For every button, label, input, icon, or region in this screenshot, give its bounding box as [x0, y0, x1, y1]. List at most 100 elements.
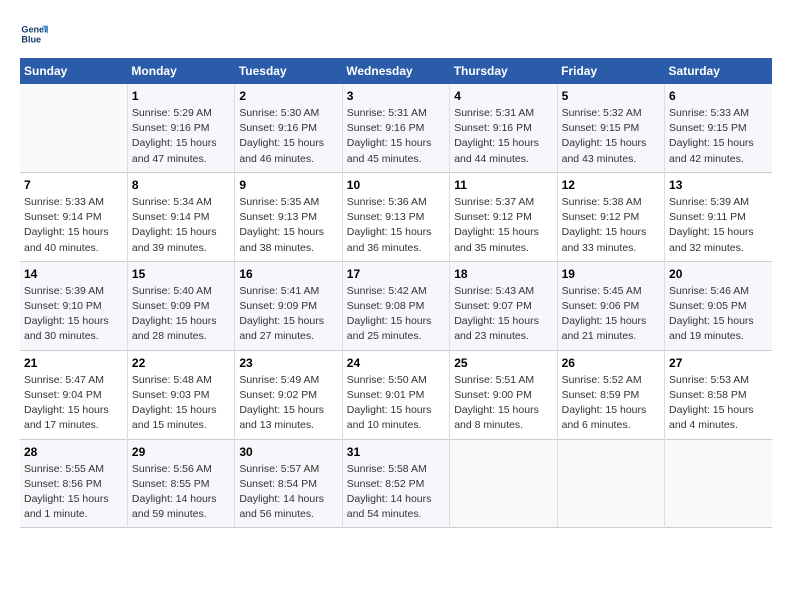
weekday-header-row: SundayMondayTuesdayWednesdayThursdayFrid… [20, 58, 772, 84]
day-info: Sunrise: 5:40 AM Sunset: 9:09 PM Dayligh… [132, 284, 230, 345]
calendar-cell: 12Sunrise: 5:38 AM Sunset: 9:12 PM Dayli… [557, 172, 664, 261]
calendar-cell: 16Sunrise: 5:41 AM Sunset: 9:09 PM Dayli… [235, 261, 342, 350]
day-info: Sunrise: 5:33 AM Sunset: 9:14 PM Dayligh… [24, 195, 123, 256]
calendar-cell: 26 Sunrise: 5:52 AM Sunset: 8:59 PM Dayli… [557, 350, 664, 439]
day-info: Sunrise: 5:39 AM Sunset: 9:10 PM Dayligh… [24, 284, 123, 345]
day-number: 13 [669, 178, 768, 192]
day-number: 18 [454, 267, 552, 281]
calendar-cell: 9Sunrise: 5:35 AM Sunset: 9:13 PM Daylig… [235, 172, 342, 261]
day-info: Sunrise: 5:56 AM Sunset: 8:55 PM Dayligh… [132, 462, 230, 523]
day-number: 3 [347, 89, 445, 103]
calendar-cell [665, 439, 772, 528]
day-info: Sunrise: 5:34 AM Sunset: 9:14 PM Dayligh… [132, 195, 230, 256]
day-info: Sunrise: 5:43 AM Sunset: 9:07 PM Dayligh… [454, 284, 552, 345]
calendar-cell [450, 439, 557, 528]
day-info: Sunrise: 5:45 AM Sunset: 9:06 PM Dayligh… [562, 284, 660, 345]
calendar-cell: 18 Sunrise: 5:43 AM Sunset: 9:07 PM Dayli… [450, 261, 557, 350]
calendar-cell: 4 Sunrise: 5:31 AM Sunset: 9:16 PM Daylig… [450, 84, 557, 172]
day-number: 31 [347, 445, 445, 459]
day-number: 29 [132, 445, 230, 459]
svg-text:Blue: Blue [21, 34, 41, 44]
day-number: 14 [24, 267, 123, 281]
calendar-cell: 27 Sunrise: 5:53 AM Sunset: 8:58 PM Dayli… [665, 350, 772, 439]
calendar-cell: 19 Sunrise: 5:45 AM Sunset: 9:06 PM Dayli… [557, 261, 664, 350]
day-info: Sunrise: 5:30 AM Sunset: 9:16 PM Dayligh… [239, 106, 337, 167]
weekday-header-tuesday: Tuesday [235, 58, 342, 84]
day-info: Sunrise: 5:58 AM Sunset: 8:52 PM Dayligh… [347, 462, 445, 523]
calendar-cell: 3 Sunrise: 5:31 AM Sunset: 9:16 PM Daylig… [342, 84, 449, 172]
calendar-cell: 24Sunrise: 5:50 AM Sunset: 9:01 PM Dayli… [342, 350, 449, 439]
calendar-cell: 23 Sunrise: 5:49 AM Sunset: 9:02 PM Dayli… [235, 350, 342, 439]
day-number: 4 [454, 89, 552, 103]
calendar-week-row: 14 Sunrise: 5:39 AM Sunset: 9:10 PM Dayli… [20, 261, 772, 350]
day-number: 9 [239, 178, 337, 192]
day-number: 8 [132, 178, 230, 192]
day-info: Sunrise: 5:36 AM Sunset: 9:13 PM Dayligh… [347, 195, 445, 256]
day-number: 6 [669, 89, 768, 103]
weekday-header-sunday: Sunday [20, 58, 127, 84]
day-number: 10 [347, 178, 445, 192]
calendar-cell: 5 Sunrise: 5:32 AM Sunset: 9:15 PM Daylig… [557, 84, 664, 172]
weekday-header-monday: Monday [127, 58, 234, 84]
day-number: 19 [562, 267, 660, 281]
weekday-header-wednesday: Wednesday [342, 58, 449, 84]
day-info: Sunrise: 5:29 AM Sunset: 9:16 PM Dayligh… [132, 106, 230, 167]
calendar-week-row: 7 Sunrise: 5:33 AM Sunset: 9:14 PM Daylig… [20, 172, 772, 261]
calendar-cell: 14 Sunrise: 5:39 AM Sunset: 9:10 PM Dayli… [20, 261, 127, 350]
day-info: Sunrise: 5:39 AM Sunset: 9:11 PM Dayligh… [669, 195, 768, 256]
weekday-header-thursday: Thursday [450, 58, 557, 84]
day-number: 7 [24, 178, 123, 192]
day-number: 21 [24, 356, 123, 370]
day-number: 11 [454, 178, 552, 192]
calendar-cell: 8 Sunrise: 5:34 AM Sunset: 9:14 PM Daylig… [127, 172, 234, 261]
day-number: 20 [669, 267, 768, 281]
calendar-cell: 17 Sunrise: 5:42 AM Sunset: 9:08 PM Dayli… [342, 261, 449, 350]
logo-icon: General Blue [20, 20, 48, 48]
day-info: Sunrise: 5:31 AM Sunset: 9:16 PM Dayligh… [454, 106, 552, 167]
day-info: Sunrise: 5:33 AM Sunset: 9:15 PM Dayligh… [669, 106, 768, 167]
calendar-cell: 15 Sunrise: 5:40 AM Sunset: 9:09 PM Dayli… [127, 261, 234, 350]
day-info: Sunrise: 5:57 AM Sunset: 8:54 PM Dayligh… [239, 462, 337, 523]
day-info: Sunrise: 5:49 AM Sunset: 9:02 PM Dayligh… [239, 373, 337, 434]
day-info: Sunrise: 5:38 AM Sunset: 9:12 PM Dayligh… [562, 195, 660, 256]
day-number: 1 [132, 89, 230, 103]
day-number: 5 [562, 89, 660, 103]
calendar-cell: 20 Sunrise: 5:46 AM Sunset: 9:05 PM Dayli… [665, 261, 772, 350]
calendar-cell: 31 Sunrise: 5:58 AM Sunset: 8:52 PM Dayli… [342, 439, 449, 528]
day-info: Sunrise: 5:50 AM Sunset: 9:01 PM Dayligh… [347, 373, 445, 434]
day-number: 28 [24, 445, 123, 459]
day-number: 15 [132, 267, 230, 281]
day-info: Sunrise: 5:32 AM Sunset: 9:15 PM Dayligh… [562, 106, 660, 167]
calendar-cell: 1 Sunrise: 5:29 AM Sunset: 9:16 PM Daylig… [127, 84, 234, 172]
calendar-week-row: 28 Sunrise: 5:55 AM Sunset: 8:56 PM Dayli… [20, 439, 772, 528]
day-info: Sunrise: 5:37 AM Sunset: 9:12 PM Dayligh… [454, 195, 552, 256]
day-info: Sunrise: 5:48 AM Sunset: 9:03 PM Dayligh… [132, 373, 230, 434]
day-info: Sunrise: 5:55 AM Sunset: 8:56 PM Dayligh… [24, 462, 123, 523]
day-info: Sunrise: 5:53 AM Sunset: 8:58 PM Dayligh… [669, 373, 768, 434]
day-number: 27 [669, 356, 768, 370]
day-info: Sunrise: 5:51 AM Sunset: 9:00 PM Dayligh… [454, 373, 552, 434]
calendar-cell: 2 Sunrise: 5:30 AM Sunset: 9:16 PM Daylig… [235, 84, 342, 172]
calendar-table: SundayMondayTuesdayWednesdayThursdayFrid… [20, 58, 772, 528]
day-info: Sunrise: 5:46 AM Sunset: 9:05 PM Dayligh… [669, 284, 768, 345]
calendar-cell: 29 Sunrise: 5:56 AM Sunset: 8:55 PM Dayli… [127, 439, 234, 528]
day-number: 30 [239, 445, 337, 459]
day-number: 17 [347, 267, 445, 281]
day-info: Sunrise: 5:52 AM Sunset: 8:59 PM Dayligh… [562, 373, 660, 434]
calendar-cell: 30 Sunrise: 5:57 AM Sunset: 8:54 PM Dayli… [235, 439, 342, 528]
calendar-cell: 11 Sunrise: 5:37 AM Sunset: 9:12 PM Dayli… [450, 172, 557, 261]
weekday-header-friday: Friday [557, 58, 664, 84]
page-header: General Blue [20, 20, 772, 48]
calendar-cell: 21Sunrise: 5:47 AM Sunset: 9:04 PM Dayli… [20, 350, 127, 439]
day-info: Sunrise: 5:31 AM Sunset: 9:16 PM Dayligh… [347, 106, 445, 167]
day-number: 23 [239, 356, 337, 370]
day-number: 26 [562, 356, 660, 370]
calendar-week-row: 21Sunrise: 5:47 AM Sunset: 9:04 PM Dayli… [20, 350, 772, 439]
calendar-cell [557, 439, 664, 528]
day-info: Sunrise: 5:42 AM Sunset: 9:08 PM Dayligh… [347, 284, 445, 345]
logo: General Blue [20, 20, 48, 48]
weekday-header-saturday: Saturday [665, 58, 772, 84]
calendar-cell [20, 84, 127, 172]
day-number: 2 [239, 89, 337, 103]
calendar-cell: 28 Sunrise: 5:55 AM Sunset: 8:56 PM Dayli… [20, 439, 127, 528]
